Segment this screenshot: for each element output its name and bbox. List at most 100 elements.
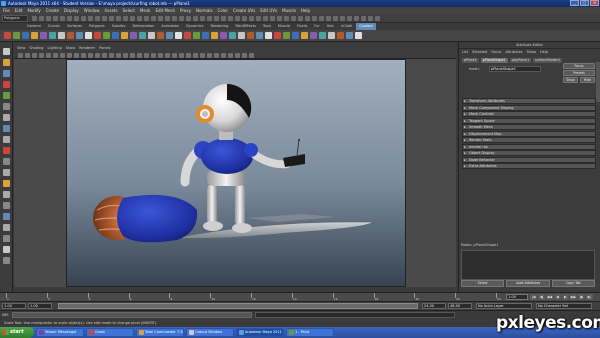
- tool-icon[interactable]: [3, 136, 10, 143]
- panel-tool-icon[interactable]: [172, 53, 177, 58]
- shelf-tool-icon[interactable]: [346, 32, 353, 39]
- shelf-tab-general[interactable]: General: [24, 23, 44, 30]
- shelf-tool-icon[interactable]: [175, 32, 182, 39]
- menu-item-modify[interactable]: Modify: [27, 7, 40, 14]
- status-tool-icon[interactable]: [284, 16, 289, 21]
- shelf-tool-icon[interactable]: [238, 32, 245, 39]
- current-frame-field[interactable]: 1.00: [506, 294, 528, 300]
- taskbar-task-button[interactable]: Output Window: [186, 328, 234, 337]
- shelf-tool-icon[interactable]: [76, 32, 83, 39]
- shelf-tool-icon[interactable]: [292, 32, 299, 39]
- taskbar-task-button[interactable]: 1 - Paint: [286, 328, 334, 337]
- status-tool-icon[interactable]: [270, 16, 275, 21]
- shelf-tab-curves[interactable]: Curves: [45, 23, 63, 30]
- status-tool-icon[interactable]: [123, 16, 128, 21]
- panel-tool-icon[interactable]: [214, 53, 219, 58]
- status-tool-icon[interactable]: [263, 16, 268, 21]
- tool-icon[interactable]: [3, 48, 10, 55]
- playback-start-field[interactable]: 1.00: [28, 303, 52, 309]
- menu-item-file[interactable]: File: [3, 7, 10, 14]
- status-tool-icon[interactable]: [340, 16, 345, 21]
- hide-button[interactable]: Hide: [580, 77, 595, 83]
- taskbar-task-button[interactable]: Total Commander 7.50a: [136, 328, 184, 337]
- tool-icon[interactable]: [3, 180, 10, 187]
- ae-tab-polyplane1[interactable]: polyPlane1: [509, 58, 532, 63]
- shelf-tool-icon[interactable]: [265, 32, 272, 39]
- panel-tool-icon[interactable]: [81, 53, 86, 58]
- status-tool-icon[interactable]: [326, 16, 331, 21]
- focus-button[interactable]: Focus: [563, 63, 595, 69]
- menu-item-edit-uvs[interactable]: Edit UVs: [260, 7, 277, 14]
- mel-input[interactable]: [12, 312, 252, 318]
- panel-tool-icon[interactable]: [32, 53, 37, 58]
- shelf-tool-icon[interactable]: [355, 32, 362, 39]
- ae-section-mental-ray[interactable]: mental ray: [462, 143, 596, 150]
- status-tool-icon[interactable]: [333, 16, 338, 21]
- tool-icon[interactable]: [3, 81, 10, 88]
- playback-control-button[interactable]: ◀◀: [546, 294, 553, 300]
- maximize-button[interactable]: □: [580, 0, 589, 6]
- panel-tool-icon[interactable]: [144, 53, 149, 58]
- menu-item-create-uvs[interactable]: Create UVs: [233, 7, 255, 14]
- ae-menu-list[interactable]: List: [462, 49, 468, 55]
- time-slider[interactable]: 1.00 |◀ ◀| ◀◀ ◀ ▶ ▶▶ |▶ ▶| 1 2 4 6 8 10 12 14 16 18 20 22 2…: [0, 292, 600, 301]
- status-tool-icon[interactable]: [319, 16, 324, 21]
- panel-tool-icon[interactable]: [242, 53, 247, 58]
- shelf-tool-icon[interactable]: [283, 32, 290, 39]
- panel-menu-show[interactable]: Show: [66, 44, 75, 52]
- shelf-tool-icon[interactable]: [22, 32, 29, 39]
- status-tool-icon[interactable]: [158, 16, 163, 21]
- status-tool-icon[interactable]: [81, 16, 86, 21]
- panel-tool-icon[interactable]: [123, 53, 128, 58]
- panel-tool-icon[interactable]: [186, 53, 191, 58]
- shelf-tab-fur[interactable]: Fur: [311, 23, 322, 30]
- playback-control-button[interactable]: ▶▶: [570, 294, 577, 300]
- status-tool-icon[interactable]: [256, 16, 261, 21]
- attribute-editor-side-tab[interactable]: [596, 62, 600, 102]
- status-tool-icon[interactable]: [144, 16, 149, 21]
- shelf-tab-deformation[interactable]: Deformation: [129, 23, 157, 30]
- ae-tab-pplane1[interactable]: pPlane1: [462, 58, 479, 63]
- status-tool-icon[interactable]: [95, 16, 100, 21]
- ae-section-extra-attributes[interactable]: Extra Attributes: [462, 163, 596, 169]
- tool-icon[interactable]: [3, 202, 10, 209]
- status-tool-icon[interactable]: [347, 16, 352, 21]
- tool-icon[interactable]: [3, 257, 10, 264]
- tool-icon[interactable]: [3, 59, 10, 66]
- playback-control-button[interactable]: ▶|: [586, 294, 593, 300]
- panel-menu-lighting[interactable]: Lighting: [48, 44, 62, 52]
- panel-menu-renderer[interactable]: Renderer: [79, 44, 95, 52]
- shelf-tool-icon[interactable]: [4, 32, 11, 39]
- taskbar-task-button[interactable]: Yahoo! Messenger: [36, 328, 84, 337]
- shelf-tool-icon[interactable]: [139, 32, 146, 39]
- status-tool-icon[interactable]: [137, 16, 142, 21]
- menu-item-mesh[interactable]: Mesh: [140, 7, 151, 14]
- end-time-field[interactable]: 48.00: [448, 303, 472, 309]
- menu-item-edit[interactable]: Edit: [15, 7, 23, 14]
- shelf-tab-toon[interactable]: Toon: [260, 23, 274, 30]
- tool-icon[interactable]: [3, 103, 10, 110]
- tool-icon[interactable]: [3, 224, 10, 231]
- menu-item-window[interactable]: Window: [84, 7, 100, 14]
- shelf-tool-icon[interactable]: [49, 32, 56, 39]
- playback-control-button[interactable]: ◀|: [538, 294, 545, 300]
- shelf-tool-icon[interactable]: [31, 32, 38, 39]
- status-tool-icon[interactable]: [305, 16, 310, 21]
- tool-icon[interactable]: [3, 70, 10, 77]
- shelf-tab-fluids[interactable]: Fluids: [294, 23, 310, 30]
- shelf-tab-rendering[interactable]: Rendering: [207, 23, 231, 30]
- mel-label[interactable]: MEL: [2, 313, 9, 317]
- shelf-tool-icon[interactable]: [13, 32, 20, 39]
- shelf-tool-icon[interactable]: [184, 32, 191, 39]
- shelf-tool-icon[interactable]: [40, 32, 47, 39]
- ae-section-mesh-component-display[interactable]: Mesh Component Display: [462, 104, 596, 111]
- start-time-field[interactable]: 1.00: [2, 303, 26, 309]
- shelf-tool-icon[interactable]: [229, 32, 236, 39]
- tool-icon[interactable]: [3, 147, 10, 154]
- taskbar-task-button[interactable]: Gmail: [86, 328, 134, 337]
- shelf-tool-icon[interactable]: [166, 32, 173, 39]
- status-tool-icon[interactable]: [67, 16, 72, 21]
- panel-tool-icon[interactable]: [53, 53, 58, 58]
- start-button[interactable]: start: [0, 327, 34, 338]
- ae-section-transform-attributes[interactable]: Transform Attributes: [462, 98, 596, 104]
